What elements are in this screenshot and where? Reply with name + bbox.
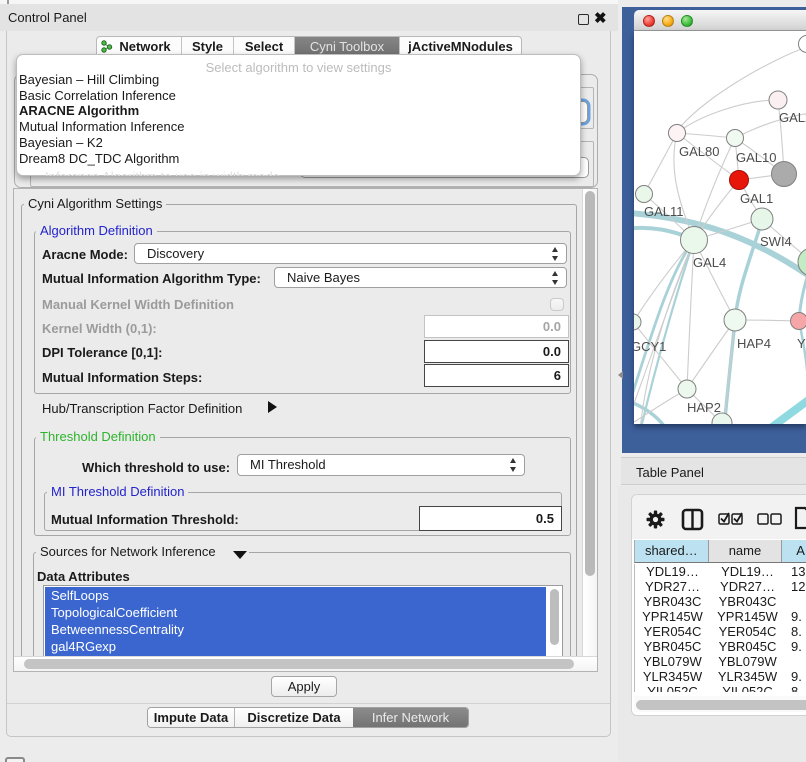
svg-text:GAL2: GAL2 (779, 110, 806, 125)
svg-text:HAP4: HAP4 (737, 336, 771, 351)
svg-text:HAP2: HAP2 (687, 400, 721, 415)
svg-text:YM: YM (797, 336, 806, 351)
svg-text:SWI4: SWI4 (760, 234, 792, 249)
svg-text:GCY1: GCY1 (634, 339, 666, 354)
svg-text:GAL1: GAL1 (740, 191, 773, 206)
svg-text:GAL4: GAL4 (693, 255, 726, 270)
svg-text:GAL80: GAL80 (679, 144, 719, 159)
svg-text:GAL11: GAL11 (644, 204, 684, 219)
svg-text:GAL10: GAL10 (736, 150, 776, 165)
